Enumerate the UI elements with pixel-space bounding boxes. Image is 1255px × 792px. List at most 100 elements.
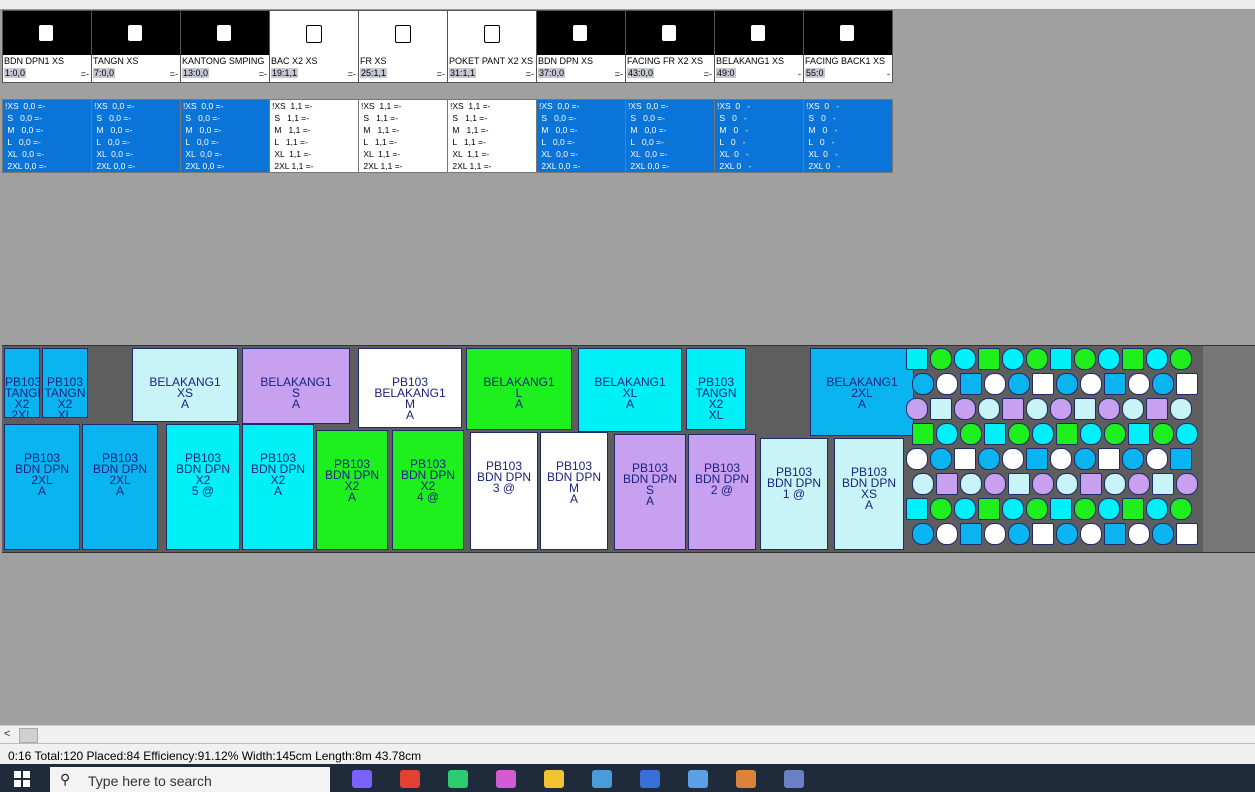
small-piece[interactable]	[936, 523, 958, 545]
marker-layout[interactable]: PB103TANGNX22XL6PB103TANGNX2XL6 @ BELAKAN…	[2, 345, 1255, 553]
small-piece[interactable]	[1080, 523, 1102, 545]
copilot-icon[interactable]	[352, 770, 372, 788]
small-piece[interactable]	[1146, 498, 1168, 520]
small-piece[interactable]	[930, 348, 952, 370]
small-piece[interactable]	[1050, 498, 1072, 520]
piece-card[interactable]: BELAKANG1 XS 49:0 -	[714, 10, 804, 83]
small-piece[interactable]	[1002, 398, 1024, 420]
small-piece[interactable]	[960, 373, 982, 395]
small-piece[interactable]	[1050, 448, 1072, 470]
small-piece[interactable]	[1032, 473, 1054, 495]
media-icon[interactable]	[736, 770, 756, 788]
small-piece[interactable]	[1002, 448, 1024, 470]
small-piece[interactable]	[1128, 423, 1150, 445]
calculator-icon[interactable]	[592, 770, 612, 788]
marker-piece[interactable]: BELAKANG1 XS A	[132, 348, 238, 422]
size-table[interactable]: !XS 1,1 =- S 1,1 =- M 1,1 =- L 1,1 =- XL…	[447, 99, 537, 173]
small-piece[interactable]	[960, 423, 982, 445]
small-piece[interactable]	[1098, 398, 1120, 420]
small-piece[interactable]	[1176, 473, 1198, 495]
small-piece[interactable]	[912, 523, 934, 545]
small-piece[interactable]	[1146, 348, 1168, 370]
marker-piece[interactable]: PB103 BDN DPN S A	[614, 434, 686, 550]
small-piece[interactable]	[1032, 423, 1054, 445]
marker-piece[interactable]: BELAKANG1 L A	[466, 348, 572, 430]
size-table[interactable]: !XS 0 - S 0 - M 0 - L 0 - XL 0 - 2XL 0 -	[803, 99, 893, 173]
small-piece[interactable]	[1176, 423, 1198, 445]
taskbar-search-box[interactable]: ⚲ Type here to search	[50, 767, 330, 792]
edge-icon[interactable]	[448, 770, 468, 788]
small-piece[interactable]	[954, 398, 976, 420]
piece-card[interactable]: BDN DPN1 XS 1:0,0 =-	[2, 10, 92, 83]
small-piece[interactable]	[1056, 523, 1078, 545]
small-piece[interactable]	[930, 498, 952, 520]
marker-piece[interactable]: PB103TANGNX22XL6	[4, 348, 40, 418]
small-piece[interactable]	[930, 448, 952, 470]
piece-card[interactable]: FACING BACK1 XS 55:0 -	[803, 10, 893, 83]
marker-piece[interactable]: BELAKANG1 S A	[242, 348, 350, 424]
small-piece[interactable]	[1008, 523, 1030, 545]
marker-piece[interactable]: PB103 BDN DPN 2XL A	[4, 424, 80, 550]
marker-piece[interactable]: PB103 BDN DPN 2 @	[688, 434, 756, 550]
piece-card[interactable]: POKET PANT X2 XS 31:1,1 =-	[447, 10, 537, 83]
small-piece[interactable]	[984, 423, 1006, 445]
scroll-thumb[interactable]	[19, 728, 38, 743]
small-piece[interactable]	[1050, 348, 1072, 370]
mail-icon[interactable]	[784, 770, 804, 788]
size-table[interactable]: !XS 0,0 =- S 0,0 =- M 0,0 =- L 0,0 =- XL…	[2, 99, 92, 173]
small-piece[interactable]	[1098, 498, 1120, 520]
small-piece[interactable]	[936, 423, 958, 445]
small-piece[interactable]	[1056, 373, 1078, 395]
small-piece[interactable]	[984, 473, 1006, 495]
scroll-left-arrow-icon[interactable]: <	[4, 728, 10, 740]
marker-piece[interactable]: PB103TANGNX2XL6 @	[42, 348, 88, 418]
small-piece[interactable]	[1152, 423, 1174, 445]
small-piece[interactable]	[978, 448, 1000, 470]
piece-card[interactable]: FR XS 25:1,1 =-	[358, 10, 448, 83]
file-explorer-icon[interactable]	[544, 770, 564, 788]
windows-start-icon[interactable]	[14, 771, 30, 787]
piece-card[interactable]: BDN DPN XS 37:0,0 =-	[536, 10, 626, 83]
small-piece[interactable]	[912, 473, 934, 495]
small-piece[interactable]	[1026, 398, 1048, 420]
small-piece[interactable]	[1026, 448, 1048, 470]
marker-piece[interactable]: PB103 BDN DPN X2 4 @	[392, 430, 464, 550]
small-piece[interactable]	[1104, 373, 1126, 395]
small-piece[interactable]	[1008, 473, 1030, 495]
size-table[interactable]: !XS 0 - S 0 - M 0 - L 0 - XL 0 - 2XL 0 -	[714, 99, 804, 173]
size-table[interactable]: !XS 1,1 =- S 1,1 =- M 1,1 =- L 1,1 =- XL…	[269, 99, 359, 173]
small-piece[interactable]	[1002, 348, 1024, 370]
small-piece[interactable]	[960, 473, 982, 495]
small-piece[interactable]	[1146, 398, 1168, 420]
small-piece[interactable]	[1080, 373, 1102, 395]
small-piece[interactable]	[960, 523, 982, 545]
small-piece[interactable]	[1008, 423, 1030, 445]
piece-card[interactable]: BAC X2 XS 19:1,1 =-	[269, 10, 359, 83]
small-piece[interactable]	[1176, 523, 1198, 545]
small-piece[interactable]	[1152, 473, 1174, 495]
small-piece[interactable]	[1080, 423, 1102, 445]
small-piece[interactable]	[1032, 373, 1054, 395]
small-piece[interactable]	[1170, 398, 1192, 420]
chrome-icon[interactable]	[400, 770, 420, 788]
small-piece[interactable]	[1050, 398, 1072, 420]
small-piece[interactable]	[984, 523, 1006, 545]
small-piece[interactable]	[978, 398, 1000, 420]
small-piece[interactable]	[1152, 373, 1174, 395]
small-piece[interactable]	[1170, 498, 1192, 520]
small-piece[interactable]	[978, 348, 1000, 370]
piece-card[interactable]: FACING FR X2 XS 43:0,0 =-	[625, 10, 715, 83]
horizontal-scrollbar[interactable]: <	[0, 725, 1255, 743]
small-piece[interactable]	[1074, 348, 1096, 370]
small-piece[interactable]	[1080, 473, 1102, 495]
small-piece[interactable]	[1122, 398, 1144, 420]
small-piece[interactable]	[1128, 373, 1150, 395]
piece-card[interactable]: KANTONG SMPING 13:0,0 =-	[180, 10, 270, 83]
small-piece[interactable]	[930, 398, 952, 420]
small-piece[interactable]	[1074, 448, 1096, 470]
small-piece[interactable]	[1170, 348, 1192, 370]
small-piece[interactable]	[954, 498, 976, 520]
marker-piece[interactable]: PB103 BDN DPN 3 @	[470, 432, 538, 550]
small-piece[interactable]	[1176, 373, 1198, 395]
marker-piece[interactable]: PB103 BDN DPN X2 A	[242, 424, 314, 550]
